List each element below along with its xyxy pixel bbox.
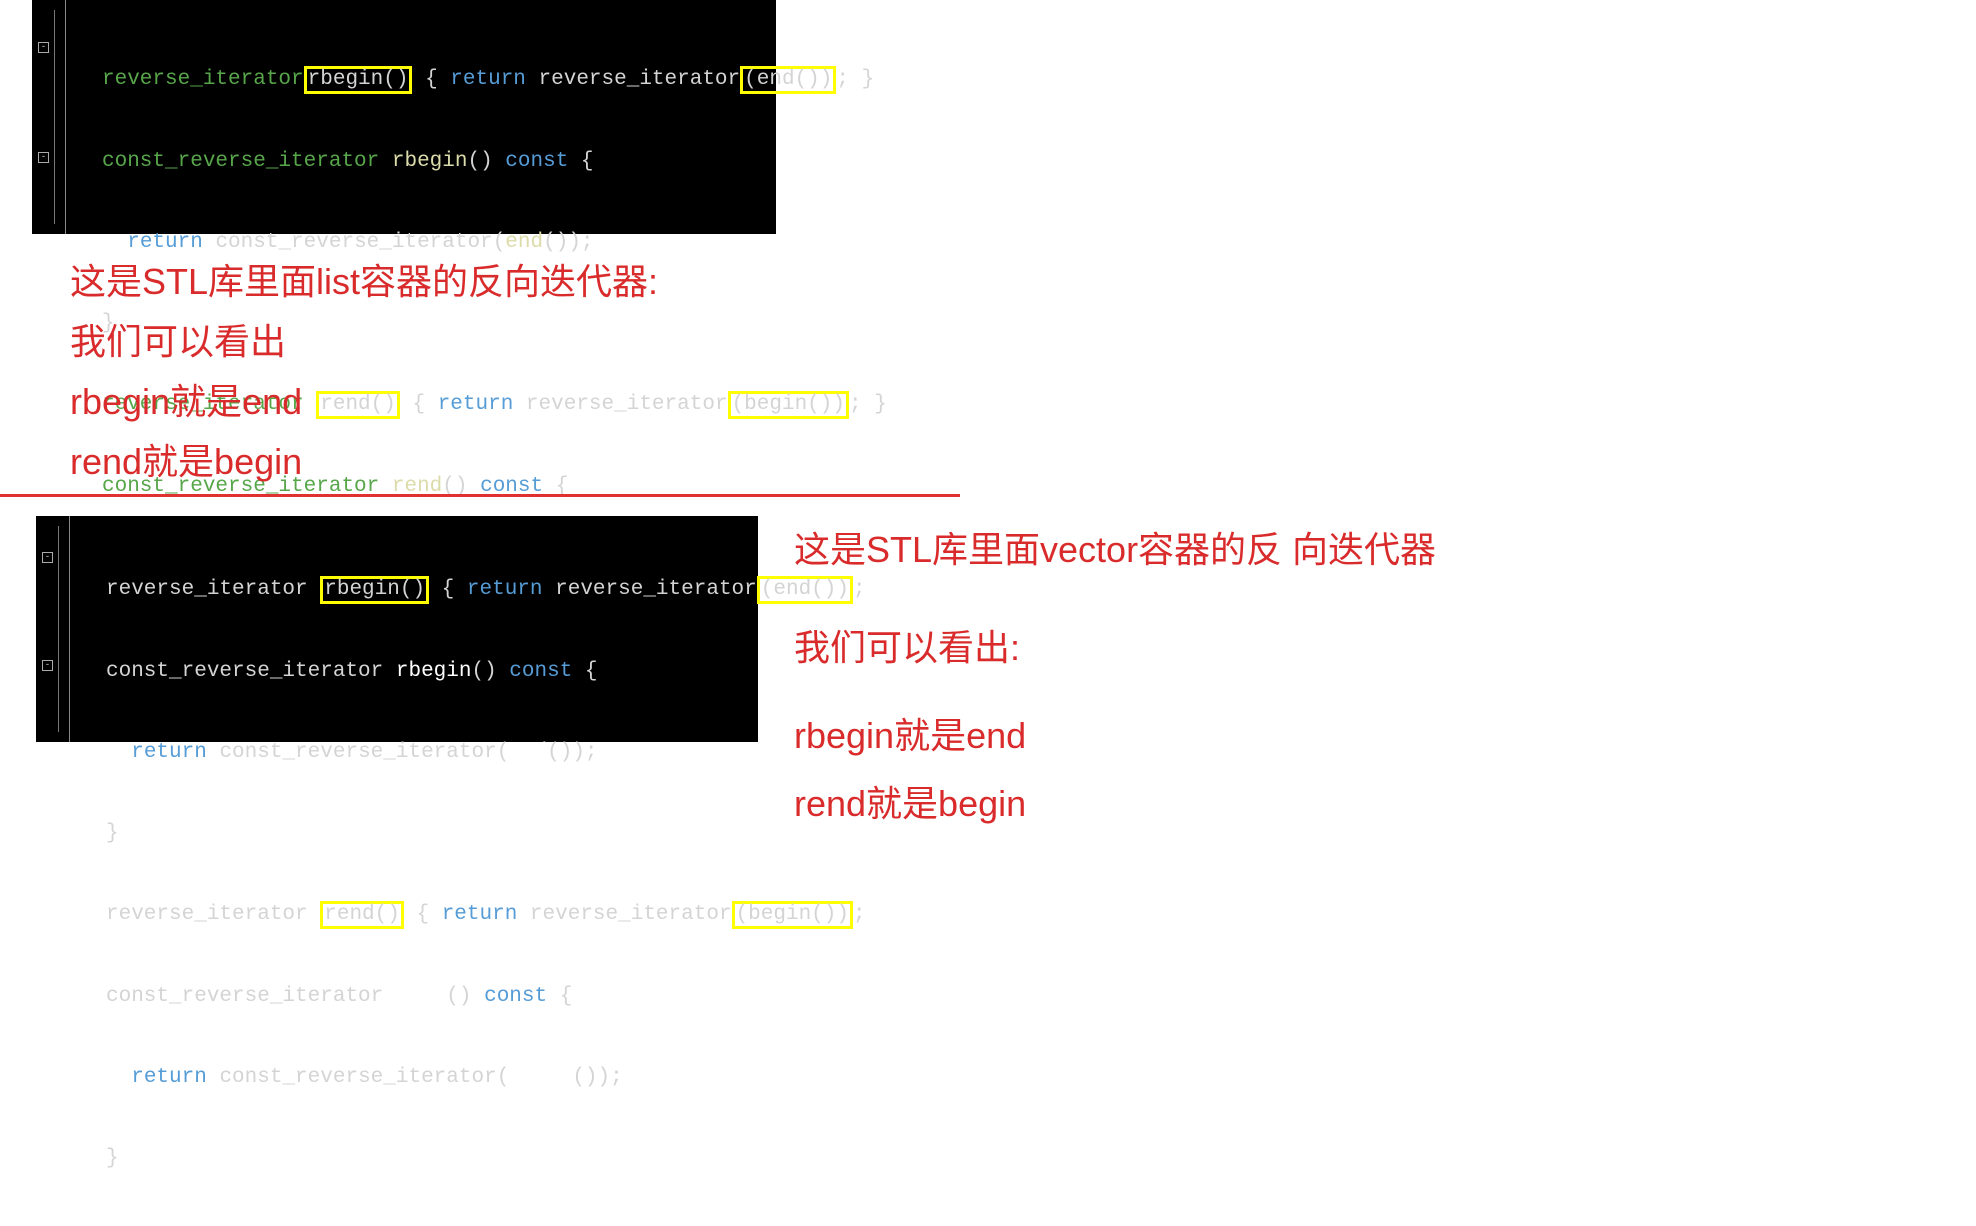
fold-minus-icon[interactable]: -: [38, 42, 49, 53]
annotation-line: [794, 584, 1436, 614]
code-line: reverse_iteratorrbegin() { return revers…: [72, 66, 887, 94]
annotation-line: rbegin就是end: [794, 702, 1436, 770]
fold-minus-icon[interactable]: -: [38, 152, 49, 163]
editor-gutter: - -: [32, 0, 66, 234]
code-block-vector: - - reverse_iterator rbegin() { return r…: [36, 516, 758, 742]
highlight-end: (end()): [740, 66, 836, 94]
annotation-line: 我们可以看出: [70, 312, 658, 372]
highlight-rbegin: rbegin(): [320, 576, 429, 604]
code-line: reverse_iterator rend() { return reverse…: [76, 901, 866, 929]
code-line: }: [76, 1145, 866, 1172]
highlight-begin: (begin()): [732, 901, 853, 929]
code-line: return const_reverse_iterator(begin());: [76, 1064, 866, 1091]
code-line: reverse_iterator rbegin() { return rever…: [76, 576, 866, 604]
annotation-line: 这是STL库里面list容器的反向迭代器:: [70, 252, 658, 312]
code-line: const_reverse_iterator rend() const {: [76, 983, 866, 1010]
code-line: return const_reverse_iterator(end());: [76, 739, 866, 766]
highlight-begin: (begin()): [728, 391, 849, 419]
section-divider: [0, 494, 960, 497]
highlight-rbegin: rbegin(): [304, 66, 413, 94]
annotation-list: 这是STL库里面list容器的反向迭代器: 我们可以看出 rbegin就是end…: [70, 252, 658, 492]
code-line: const_reverse_iterator rbegin() const {: [72, 148, 887, 175]
fold-minus-icon[interactable]: -: [42, 552, 53, 563]
annotation-line: rend就是begin: [70, 432, 658, 492]
annotation-line: 这是STL库里面vector容器的反 向迭代器: [794, 516, 1436, 584]
fold-minus-icon[interactable]: -: [42, 660, 53, 671]
annotation-line: [794, 682, 1436, 702]
annotation-line: 我们可以看出:: [794, 614, 1436, 682]
code-line: }: [76, 820, 866, 847]
annotation-line: rend就是begin: [794, 770, 1436, 838]
code-block-list: - - reverse_iteratorrbegin() { return re…: [32, 0, 776, 234]
code-content: reverse_iterator rbegin() { return rever…: [76, 522, 866, 1226]
highlight-rend: rend(): [320, 901, 404, 929]
annotation-vector: 这是STL库里面vector容器的反 向迭代器 我们可以看出: rbegin就是…: [794, 516, 1436, 838]
annotation-line: rbegin就是end: [70, 372, 658, 432]
code-line: const_reverse_iterator rbegin() const {: [76, 658, 866, 685]
editor-gutter: - -: [36, 516, 70, 742]
